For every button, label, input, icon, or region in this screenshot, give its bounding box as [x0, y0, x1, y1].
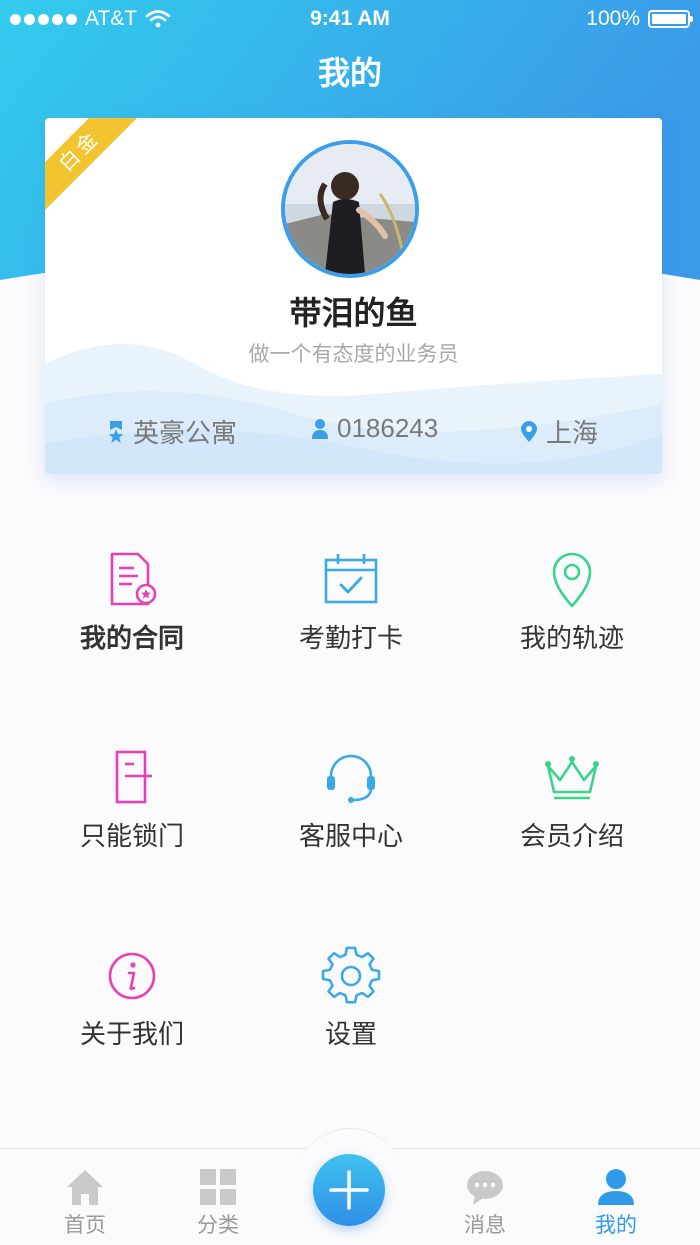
tab-label: 首页 [64, 1214, 106, 1237]
profile-info-row: 英豪公寓 0186243 上海 [45, 413, 662, 449]
menu-label: 关于我们 [79, 1019, 184, 1049]
battery-icon [648, 10, 693, 28]
menu-label: 客服中心 [298, 821, 403, 851]
menu-item-about[interactable]: 关于我们 [15, 946, 249, 1066]
door-icon [115, 750, 152, 804]
menu-label: 我的轨迹 [519, 623, 624, 653]
star-badge-icon [108, 420, 124, 443]
tab-label: 我的 [595, 1214, 637, 1237]
menu-label: 我的合同 [79, 623, 184, 653]
contract-icon [110, 552, 157, 606]
tab-messages[interactable]: 消息 [445, 1149, 525, 1245]
plus-icon [329, 1170, 369, 1210]
user-tagline: 做一个有态度的业务员 [248, 343, 459, 366]
menu-label: 考勤打卡 [298, 623, 403, 653]
person-icon [312, 418, 328, 439]
tab-home[interactable]: 首页 [45, 1149, 125, 1245]
battery-percent: 100% [586, 7, 640, 30]
location-icon [521, 420, 537, 442]
menu-item-customer-service[interactable]: 客服中心 [234, 748, 468, 868]
add-button[interactable] [313, 1154, 385, 1226]
username: 带泪的鱼 [289, 295, 418, 331]
menu-label: 设置 [324, 1019, 377, 1049]
menu-label: 会员介绍 [519, 821, 624, 851]
menu-item-lock-door[interactable]: 只能锁门 [15, 748, 249, 868]
employee-id: 0186243 [337, 413, 439, 443]
menu-item-settings[interactable]: 设置 [234, 946, 468, 1066]
location-pin-icon [552, 552, 592, 608]
company-info: 英豪公寓 [107, 413, 237, 450]
crown-icon [545, 756, 599, 800]
status-bar: AT&T 9:41 AM 100% [0, 0, 700, 38]
menu-item-contract[interactable]: 我的合同 [15, 550, 249, 670]
menu-item-track[interactable]: 我的轨迹 [455, 550, 689, 670]
tab-label: 消息 [464, 1214, 506, 1237]
tab-mine[interactable]: 我的 [576, 1149, 656, 1245]
page-title: 我的 [317, 55, 382, 91]
tab-label: 分类 [197, 1214, 239, 1237]
home-icon [67, 1170, 103, 1205]
city-name: 上海 [546, 418, 599, 448]
avatar-photo [285, 144, 415, 274]
menu-label: 只能锁门 [79, 821, 184, 851]
tab-category[interactable]: 分类 [178, 1149, 258, 1245]
headset-icon [327, 754, 375, 803]
status-right: 100% [586, 7, 693, 31]
category-icon [200, 1169, 236, 1205]
calendar-check-icon [324, 554, 378, 604]
company-name: 英豪公寓 [133, 418, 238, 448]
profile-card[interactable]: 白金 带泪的鱼 做一个有态度的业务员 英豪公寓 0186243 上海 [45, 118, 662, 474]
gear-icon [321, 946, 381, 1004]
message-icon [467, 1171, 503, 1205]
user-icon [598, 1169, 634, 1205]
menu-item-attendance[interactable]: 考勤打卡 [234, 550, 468, 670]
employee-id-info: 0186243 [311, 413, 438, 444]
menu-item-membership[interactable]: 会员介绍 [455, 748, 689, 868]
city-info: 上海 [520, 413, 598, 450]
info-icon [108, 952, 156, 1000]
membership-badge: 白金 [45, 118, 146, 217]
avatar[interactable] [281, 140, 419, 278]
